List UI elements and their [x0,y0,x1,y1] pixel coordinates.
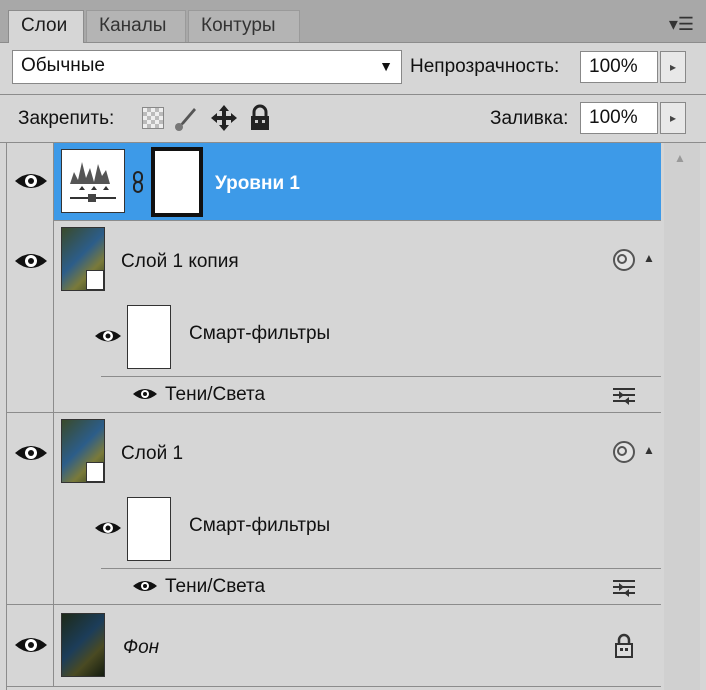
lock-position-move-icon[interactable] [210,104,238,137]
expand-collapse-arrow-icon[interactable]: ▲ [643,443,655,457]
blend-mode-select[interactable]: Обычные ▼ [12,50,402,84]
layer-list: Уровни 1 Слой 1 копия ▲ Смарт-фильтры Те… [6,143,661,690]
lock-all-icon[interactable] [248,104,272,137]
tab-paths[interactable]: Контуры [188,10,300,42]
filter-name[interactable]: Тени/Света [165,384,265,406]
smart-filter-indicator-icon[interactable] [611,439,637,470]
layer-mask-thumbnail[interactable] [151,147,203,217]
layer-thumbnail[interactable] [61,419,105,483]
layer-name[interactable]: Фон [123,637,159,659]
visibility-eye-icon[interactable] [13,163,53,203]
opacity-label: Непрозрачность: [410,56,560,77]
smart-filter-mask-thumbnail[interactable] [127,497,171,561]
smart-object-icon [86,270,104,290]
tab-bar: Слои Каналы Контуры ▾☰ [0,0,706,43]
visibility-eye-icon[interactable] [13,243,53,283]
layer-row-layer1-copy[interactable]: Слой 1 копия ▲ Смарт-фильтры Тени/Света [7,221,661,413]
layer-name[interactable]: Слой 1 копия [121,251,239,273]
divider [101,568,661,569]
scrollbar[interactable]: ▲ [664,143,700,690]
fill-field[interactable]: 100% [580,102,658,134]
filter-name[interactable]: Тени/Света [165,576,265,598]
smart-filters-label[interactable]: Смарт-фильтры [189,323,330,345]
fill-label: Заливка: [490,108,569,129]
lock-icon [613,633,635,664]
lock-label: Закрепить: [18,108,115,129]
opacity-stepper[interactable]: ▸ [660,51,686,83]
levels-adjustment-icon [61,149,125,213]
layer-thumbnail[interactable] [61,227,105,291]
layer-row-levels[interactable]: Уровни 1 [7,143,661,221]
expand-collapse-arrow-icon[interactable]: ▲ [643,251,655,265]
smart-filter-indicator-icon[interactable] [611,247,637,278]
layer-name[interactable]: Уровни 1 [215,173,300,195]
lock-transparency-icon[interactable] [142,107,164,129]
panel-menu-icon[interactable]: ▾☰ [669,14,694,35]
scroll-up-arrow-icon[interactable]: ▲ [674,151,686,165]
smart-filters-label[interactable]: Смарт-фильтры [189,515,330,537]
blending-options-icon[interactable] [611,577,637,602]
smart-filter-mask-thumbnail[interactable] [127,305,171,369]
visibility-eye-icon[interactable] [13,627,53,667]
blend-mode-value: Обычные [21,55,105,76]
layer-row-layer1[interactable]: Слой 1 ▲ Смарт-фильтры Тени/Света [7,413,661,605]
tab-layers[interactable]: Слои [8,10,84,43]
layer-row-background[interactable]: Фон [7,605,661,687]
blending-options-icon[interactable] [611,385,637,410]
lock-pixels-brush-icon[interactable] [172,104,198,137]
chain-link-icon[interactable] [131,171,145,198]
chevron-down-icon: ▼ [379,58,393,74]
tab-channels[interactable]: Каналы [86,10,186,42]
smart-object-icon [86,462,104,482]
fill-stepper[interactable]: ▸ [660,102,686,134]
divider [101,376,661,377]
visibility-eye-icon[interactable] [13,435,53,475]
filter-eye-icon[interactable] [131,383,159,407]
layers-panel: Слои Каналы Контуры ▾☰ Обычные ▼ Непрозр… [0,0,706,690]
opacity-field[interactable]: 100% [580,51,658,83]
sub-divider [53,299,661,300]
divider [0,94,706,95]
layer-thumbnail[interactable] [61,613,105,677]
layer-name[interactable]: Слой 1 [121,443,183,465]
filter-eye-icon[interactable] [131,575,159,599]
